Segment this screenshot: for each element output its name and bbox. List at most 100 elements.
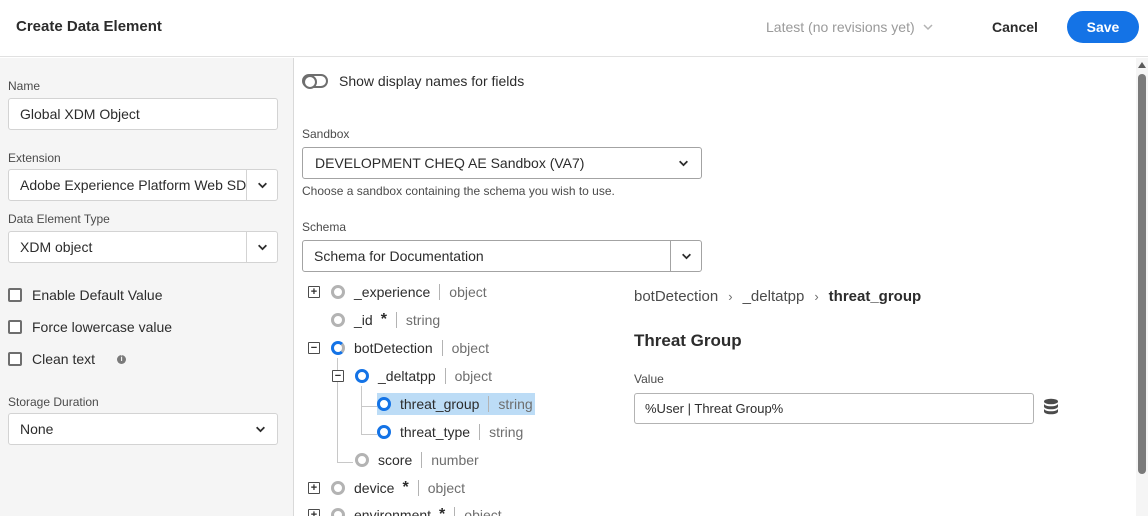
tree-item-name: botDetection [354, 340, 433, 356]
name-label: Name [8, 79, 41, 93]
type-combobox[interactable]: XDM object [8, 231, 278, 263]
chevron-right-icon: › [728, 289, 733, 304]
tree-item-threat-type[interactable]: threat_type string [377, 421, 523, 443]
type-dropdown-button[interactable] [246, 232, 277, 262]
tree-item-name: _experience [354, 284, 431, 300]
chevron-down-icon [257, 244, 267, 250]
chevron-right-icon: › [814, 289, 819, 304]
tree-item-deltatpp[interactable]: − _deltatpp object [332, 365, 492, 387]
tree-item-device[interactable]: + device * object [308, 477, 465, 499]
scrollbar[interactable] [1136, 58, 1148, 516]
display-names-toggle-row[interactable]: Show display names for fields [302, 73, 524, 89]
tree-connector [337, 462, 353, 463]
schema-label: Schema [302, 220, 347, 234]
extension-label: Extension [8, 151, 61, 165]
left-panel: Name Global XDM Object Extension Adobe E… [0, 58, 294, 516]
checkbox-label: Force lowercase value [32, 319, 173, 335]
type-value[interactable]: XDM object [9, 232, 246, 262]
value-label: Value [634, 372, 664, 386]
tree-item-type: string [395, 312, 440, 328]
tree-item-type: object [439, 284, 487, 300]
tree-item-environment[interactable]: + environment * object [308, 504, 502, 516]
tree-item-type: number [421, 452, 479, 468]
tree-item-type: string [479, 424, 523, 440]
expand-icon[interactable]: + [308, 286, 320, 298]
sandbox-select[interactable]: DEVELOPMENT CHEQ AE Sandbox (VA7) [302, 147, 702, 179]
sandbox-label: Sandbox [302, 127, 350, 141]
node-radio[interactable] [331, 341, 345, 355]
breadcrumb-current: threat_group [828, 288, 922, 305]
extension-dropdown-button[interactable] [246, 170, 277, 200]
checkbox-box[interactable] [8, 352, 22, 366]
tree-connector [361, 386, 362, 435]
sandbox-value: DEVELOPMENT CHEQ AE Sandbox (VA7) [315, 155, 585, 171]
extension-value[interactable]: Adobe Experience Platform Web SDK [9, 170, 246, 200]
tree-item-id[interactable]: _id * string [331, 309, 440, 331]
field-title: Threat Group [634, 331, 742, 350]
schema-combobox[interactable]: Schema for Documentation [302, 240, 702, 272]
tree-item-type: object [454, 507, 502, 516]
value-input[interactable]: %User | Threat Group% [634, 393, 1034, 424]
scroll-up-icon[interactable] [1138, 62, 1146, 68]
database-icon[interactable] [1041, 397, 1061, 417]
breadcrumb-item[interactable]: _deltatpp [743, 288, 805, 305]
schema-value[interactable]: Schema for Documentation [303, 241, 670, 271]
tree-item-name: threat_type [400, 424, 471, 440]
tree-item-name: _id [354, 312, 373, 328]
tree-item-name: environment [354, 507, 432, 516]
save-button[interactable]: Save [1067, 11, 1139, 43]
node-radio[interactable] [331, 508, 345, 516]
storage-duration-select[interactable]: None [8, 413, 278, 445]
node-radio[interactable] [355, 453, 369, 467]
revisions-dropdown[interactable]: Latest (no revisions yet) [766, 19, 933, 35]
collapse-icon[interactable]: − [308, 342, 320, 354]
tree-item-botdetection[interactable]: − botDetection object [308, 337, 489, 359]
header: Create Data Element Latest (no revisions… [0, 0, 1148, 57]
extension-combobox[interactable]: Adobe Experience Platform Web SDK [8, 169, 278, 201]
tree-item-name: score [378, 452, 413, 468]
breadcrumb-item[interactable]: botDetection [634, 288, 718, 305]
tree-item-type: object [441, 340, 489, 356]
tree-item-experience[interactable]: + _experience object [308, 281, 487, 303]
tree-item-name: threat_group [400, 396, 480, 412]
force-lowercase-checkbox[interactable]: Force lowercase value [8, 319, 172, 335]
tree-item-score[interactable]: score number [355, 449, 479, 471]
revisions-label: Latest (no revisions yet) [766, 19, 915, 35]
checkbox-label: Enable Default Value [32, 287, 163, 303]
chevron-down-icon [679, 160, 688, 166]
breadcrumb: botDetection › _deltatpp › threat_group [634, 288, 921, 305]
info-icon[interactable]: i [117, 354, 127, 364]
node-radio[interactable] [355, 369, 369, 383]
node-radio[interactable] [331, 285, 345, 299]
page-title: Create Data Element [16, 18, 162, 35]
collapse-icon[interactable]: − [332, 370, 344, 382]
checkbox-box[interactable] [8, 288, 22, 302]
clean-text-checkbox[interactable]: Clean text i [8, 351, 127, 367]
expand-icon[interactable]: + [308, 482, 320, 494]
name-field[interactable]: Global XDM Object [8, 98, 278, 130]
sandbox-help-text: Choose a sandbox containing the schema y… [302, 184, 615, 198]
node-radio[interactable] [377, 397, 391, 411]
tree-item-type: string [488, 396, 533, 412]
expand-icon[interactable]: + [308, 509, 320, 516]
chevron-down-icon [681, 253, 691, 259]
display-names-toggle[interactable] [302, 74, 328, 89]
storage-value: None [20, 421, 54, 437]
cancel-button[interactable]: Cancel [982, 14, 1048, 40]
right-panel: Show display names for fields Sandbox DE… [295, 58, 1135, 516]
tree-item-type: object [444, 368, 492, 384]
node-radio[interactable] [377, 425, 391, 439]
checkbox-box[interactable] [8, 320, 22, 334]
tree-item-name: device [354, 480, 395, 496]
schema-dropdown-button[interactable] [670, 241, 701, 271]
scrollbar-thumb[interactable] [1138, 74, 1146, 474]
enable-default-checkbox[interactable]: Enable Default Value [8, 287, 163, 303]
required-icon: * [439, 506, 446, 516]
tree-item-threat-group[interactable]: threat_group string [377, 393, 535, 415]
toggle-label: Show display names for fields [339, 73, 525, 89]
node-radio[interactable] [331, 313, 345, 327]
node-radio[interactable] [331, 481, 345, 495]
tree-connector [361, 434, 377, 435]
chevron-down-icon [256, 426, 265, 432]
chevron-down-icon [257, 182, 267, 188]
